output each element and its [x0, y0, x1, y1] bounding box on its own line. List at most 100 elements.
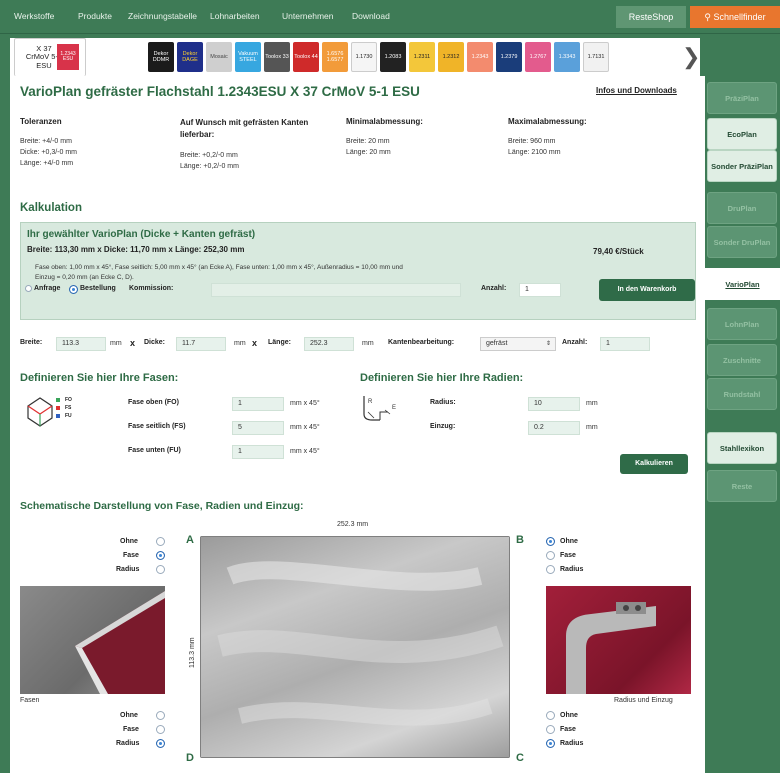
tab-material-4[interactable]: Toolox 33 [264, 42, 290, 72]
add-to-cart-button[interactable]: In den Warenkorb [599, 279, 695, 301]
dim-dicke-unit: mm [234, 340, 246, 347]
corner-c-radio-fase[interactable] [546, 725, 555, 734]
kommission-label: Kommission: [129, 285, 174, 292]
kommission-input[interactable] [211, 283, 461, 297]
dims-anzahl-input[interactable]: 1 [600, 337, 650, 351]
corner-a-radio-radius[interactable] [156, 565, 165, 574]
dim-dicke-input[interactable]: 11.7 [176, 337, 226, 351]
fase-unten-unit: mm x 45° [290, 448, 320, 455]
main-content: VarioPlan gefräster Flachstahl 1.2343ESU… [10, 76, 705, 773]
corner-b-label: B [516, 534, 524, 546]
page-title: VarioPlan gefräster Flachstahl 1.2343ESU… [20, 84, 420, 99]
kalkulieren-button[interactable]: Kalkulieren [620, 454, 688, 474]
dim-breite-input[interactable]: 113.3 [56, 337, 106, 351]
radius-label: Radius: [430, 399, 456, 406]
tab-material-6[interactable]: 1.6576 1.6577 [322, 42, 348, 72]
tab-material-3[interactable]: Vakuum STEEL [235, 42, 261, 72]
radius-photo [546, 586, 691, 694]
resteshop-button[interactable]: ResteShop [616, 6, 686, 28]
radio-anfrage-label: Anfrage [34, 285, 61, 292]
toleranzen-line: Länge: +4/-0 mm [20, 160, 74, 167]
tab-material-13[interactable]: 1.2767 [525, 42, 551, 72]
sidebar-item-druplan[interactable]: DruPlan [707, 192, 777, 224]
maximal-heading: Maximalabmessung: [508, 117, 587, 126]
nav-link-download[interactable]: Download [352, 11, 390, 21]
minimal-line: Länge: 20 mm [346, 149, 391, 156]
corner-a-option-fase-label: Fase [123, 552, 139, 559]
nav-link-lohnarbeiten[interactable]: Lohnarbeiten [210, 11, 260, 21]
sidebar-item-sonder-pr-ziplan[interactable]: Sonder PräziPlan [707, 150, 777, 182]
tab-material-15[interactable]: 1.7131 [583, 42, 609, 72]
toleranzen-heading: Toleranzen [20, 117, 62, 126]
fase-oben-input[interactable]: 1 [232, 397, 284, 411]
radien-heading: Definieren Sie hier Ihre Radien: [360, 372, 524, 384]
kantenbearbeitung-select[interactable]: gefräst ⇕ [480, 337, 556, 351]
corner-c-radio-ohne[interactable] [546, 711, 555, 720]
tab-material-8[interactable]: 1.2083 [380, 42, 406, 72]
kalkulation-heading: Kalkulation [20, 202, 82, 214]
maximal-line: Breite: 960 mm [508, 138, 556, 145]
corner-b-radio-fase[interactable] [546, 551, 555, 560]
tab-material-5[interactable]: Toolox 44 [293, 42, 319, 72]
nav-link-zeichnungstabelle[interactable]: Zeichnungstabelle [128, 11, 197, 21]
tab-material-7[interactable]: 1.1730 [351, 42, 377, 72]
fase-unten-input[interactable]: 1 [232, 445, 284, 459]
nav-link-produkte[interactable]: Produkte [78, 11, 112, 21]
radio-anfrage[interactable] [25, 285, 32, 292]
chamfer-caption: Fasen [20, 697, 40, 704]
calc-anzahl-input[interactable]: 1 [519, 283, 561, 297]
kantenbearbeitung-label: Kantenbearbeitung: [388, 339, 455, 346]
steel-block-image [200, 536, 510, 758]
chevron-right-icon[interactable]: ❯ [682, 44, 700, 70]
nav-link-unternehmen[interactable]: Unternehmen [282, 11, 334, 21]
legend-swatch-fu [56, 414, 60, 418]
tab-material-10[interactable]: 1.2312 [438, 42, 464, 72]
sidebar-item-varioplan[interactable]: VarioPlan [705, 268, 780, 300]
sidebar-item-stahllexikon[interactable]: Stahllexikon [707, 432, 777, 464]
corner-b-radio-radius[interactable] [546, 565, 555, 574]
kanten-heading: Auf Wunsch mit gefrästen Kanten lieferba… [180, 118, 309, 139]
legend-fu: FU [65, 413, 72, 419]
nav-link-werkstoffe[interactable]: Werkstoffe [14, 11, 54, 21]
schnellfinder-button[interactable]: ⚲ Schnellfinder [690, 6, 780, 28]
tab-material-active[interactable]: X 37 CrMoV 5-1 ESU 1.2343 ESU [14, 38, 86, 76]
tab-material-9[interactable]: 1.2311 [409, 42, 435, 72]
corner-a-radio-ohne[interactable] [156, 537, 165, 546]
legend-swatch-fo [56, 398, 60, 402]
corner-d-radio-fase[interactable] [156, 725, 165, 734]
radio-bestellung[interactable] [69, 285, 78, 294]
chamfer-photo [20, 586, 165, 694]
legend-fo: FO [65, 397, 72, 403]
steel-block-texture [200, 536, 510, 758]
calc-details: Einzug = 0,20 mm (an Ecke C, D). [35, 274, 134, 281]
tab-material-0[interactable]: Dekor DDMR [148, 42, 174, 72]
tab-material-2[interactable]: Mosaic [206, 42, 232, 72]
sidebar-item-ecoplan[interactable]: EcoPlan [707, 118, 777, 150]
sidebar-item-rundstahl[interactable]: Rundstahl [707, 378, 777, 410]
radius-input[interactable]: 10 [528, 397, 580, 411]
dim-laenge-input[interactable]: 252.3 [304, 337, 354, 351]
corner-b-radio-ohne[interactable] [546, 537, 555, 546]
corner-d-radio-ohne[interactable] [156, 711, 165, 720]
fase-oben-label: Fase oben (FO) [128, 399, 179, 406]
sidebar-item-reste[interactable]: Reste [707, 470, 777, 502]
schema-side-dimension: 113.3 mm [189, 637, 196, 668]
corner-a-radio-fase[interactable] [156, 551, 165, 560]
tab-material-11[interactable]: 1.2343 [467, 42, 493, 72]
corner-d-radio-radius[interactable] [156, 739, 165, 748]
fase-seitlich-input[interactable]: 5 [232, 421, 284, 435]
sidebar-item-pr-ziplan[interactable]: PräziPlan [707, 82, 777, 114]
sidebar-item-lohnplan[interactable]: LohnPlan [707, 308, 777, 340]
corner-c-radio-radius[interactable] [546, 739, 555, 748]
einzug-input[interactable]: 0.2 [528, 421, 580, 435]
sidebar-item-sonder-druplan[interactable]: Sonder DruPlan [707, 226, 777, 258]
kantenbearbeitung-value: gefräst [486, 340, 508, 347]
fase-seitlich-label: Fase seitlich (FS) [128, 423, 186, 430]
sidebar-item-zuschnitte[interactable]: Zuschnitte [707, 344, 777, 376]
tab-material-1[interactable]: Dekor DAGE [177, 42, 203, 72]
dim-breite-label: Breite: [20, 339, 43, 346]
infos-downloads-link[interactable]: Infos und Downloads [596, 86, 677, 95]
tab-material-14[interactable]: 1.3343 [554, 42, 580, 72]
fase-seitlich-unit: mm x 45° [290, 424, 320, 431]
tab-material-12[interactable]: 1.2379 [496, 42, 522, 72]
